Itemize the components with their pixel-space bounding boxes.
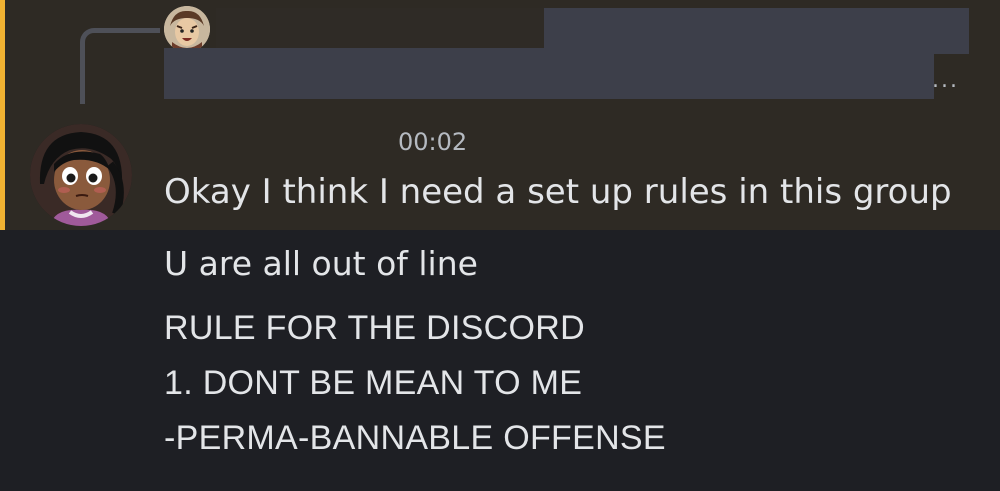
message-line: Okay I think I need a set up rules in th… [164, 172, 952, 212]
reply-avatar-icon [164, 6, 210, 52]
reply-username-redacted [216, 8, 544, 48]
message-line: U are all out of line [164, 244, 478, 283]
message-line: RULE FOR THE DISCORD [164, 309, 585, 347]
reply-spine [80, 28, 160, 104]
reply-avatar[interactable] [164, 6, 210, 52]
user-avatar-icon [30, 124, 132, 226]
mention-highlight-bar [0, 0, 5, 230]
message-timestamp: 00:02 [398, 128, 468, 156]
message-line: 1. DONT BE MEAN TO ME [164, 364, 583, 402]
user-avatar[interactable] [30, 124, 132, 226]
message-line: -PERMA-BANNABLE OFFENSE [164, 419, 666, 457]
reply-text-redacted-2[interactable] [164, 48, 934, 99]
reply-ellipsis: ... [932, 68, 959, 93]
